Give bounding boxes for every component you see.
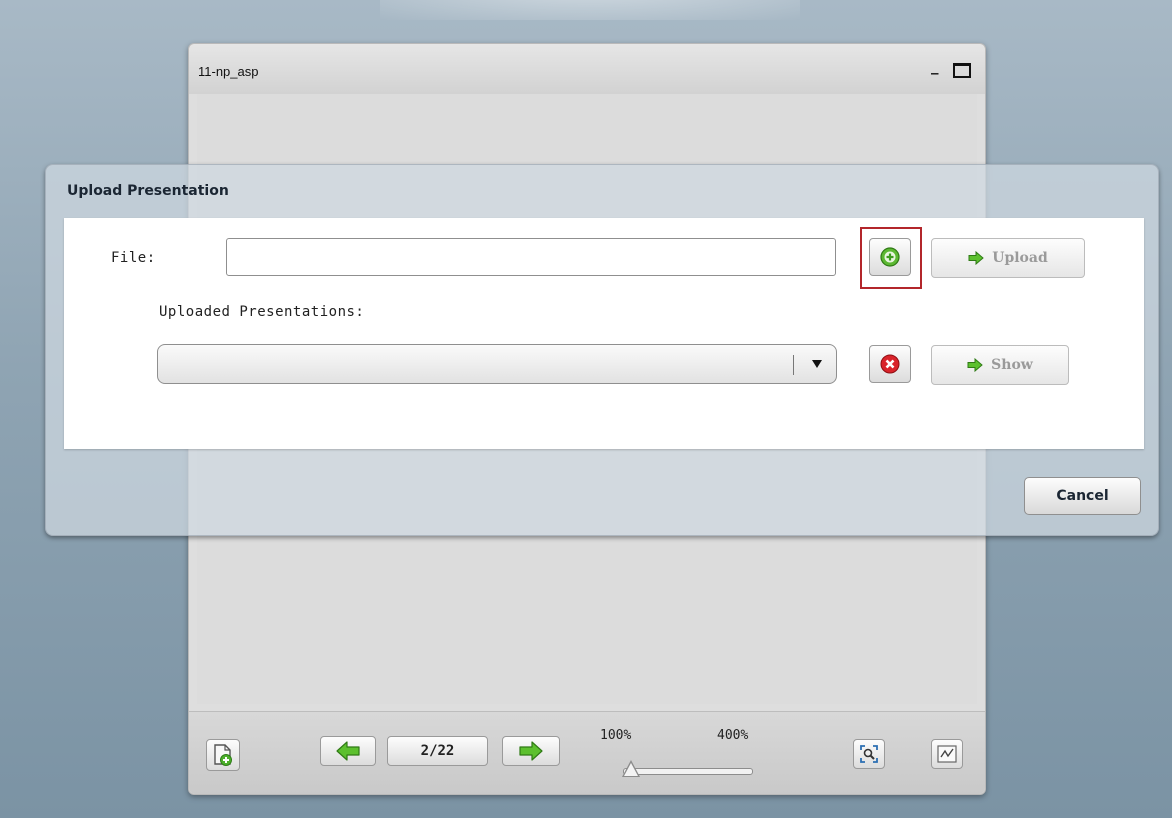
presentation-titlebar: 11-np_asp _ xyxy=(189,44,985,94)
zoom-slider-track[interactable] xyxy=(623,768,753,775)
minimize-button[interactable]: _ xyxy=(931,58,945,74)
page-indicator-button[interactable]: 2/22 xyxy=(387,736,488,766)
maximize-button[interactable] xyxy=(953,63,971,78)
add-document-icon xyxy=(214,744,232,766)
cancel-button[interactable]: Cancel xyxy=(1024,477,1141,515)
upload-button-label: Upload xyxy=(992,250,1048,266)
previous-slide-button[interactable] xyxy=(320,736,376,766)
file-label: File: xyxy=(111,250,156,266)
zoom-slider-thumb[interactable] xyxy=(622,760,640,777)
background-glow xyxy=(380,0,800,20)
plus-circle-icon xyxy=(880,247,900,267)
remove-circle-icon xyxy=(880,354,900,374)
chevron-down-icon[interactable] xyxy=(812,360,822,368)
whiteboard-button[interactable] xyxy=(931,739,963,769)
zoom-min-label: 100% xyxy=(600,728,632,743)
zoom-max-label: 400% xyxy=(717,728,749,743)
upload-presentation-button[interactable] xyxy=(206,739,240,771)
uploaded-presentations-label: Uploaded Presentations: xyxy=(159,304,365,320)
upload-presentation-dialog: Upload Presentation File: Upload Uploade… xyxy=(45,164,1159,536)
dialog-body: File: Upload Uploaded Presentations: Sho… xyxy=(64,218,1144,449)
zoom-fit-icon xyxy=(860,745,878,763)
select-divider xyxy=(793,355,794,375)
delete-presentation-button[interactable] xyxy=(869,345,911,383)
presentation-title: 11-np_asp xyxy=(198,64,259,79)
dialog-title: Upload Presentation xyxy=(67,183,229,199)
presentation-toolbar: 2/22 100% 400% xyxy=(189,711,985,794)
upload-button[interactable]: Upload xyxy=(931,238,1085,278)
show-button-label: Show xyxy=(991,357,1033,373)
arrow-right-icon xyxy=(967,358,983,372)
browse-file-button[interactable] xyxy=(869,238,911,276)
uploaded-presentations-select[interactable] xyxy=(157,344,837,384)
file-input[interactable] xyxy=(226,238,836,276)
whiteboard-icon xyxy=(937,745,957,763)
arrow-right-icon xyxy=(968,251,985,265)
next-slide-button[interactable] xyxy=(502,736,560,766)
show-button[interactable]: Show xyxy=(931,345,1069,385)
arrow-left-icon xyxy=(336,741,360,761)
arrow-right-icon xyxy=(519,741,543,761)
fit-to-page-button[interactable] xyxy=(853,739,885,769)
